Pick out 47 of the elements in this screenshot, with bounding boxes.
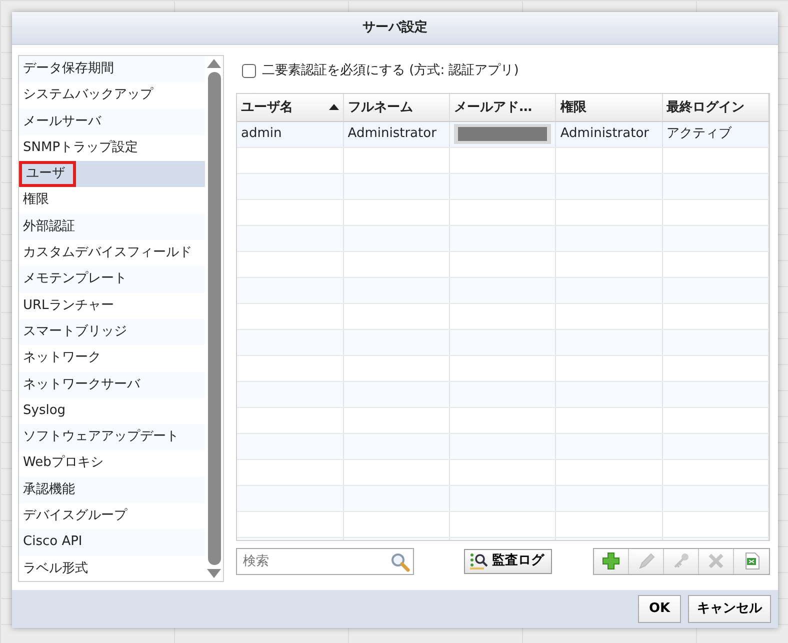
search-icon: [390, 552, 410, 572]
table-cell: admin: [237, 121, 344, 147]
sidebar-item[interactable]: ネットワーク: [19, 345, 205, 372]
sidebar-item[interactable]: 承認機能: [19, 476, 205, 504]
sidebar-item[interactable]: Cisco API: [19, 529, 205, 556]
cancel-button[interactable]: キャンセル: [688, 595, 771, 623]
sidebar-item[interactable]: ユーザ: [19, 161, 205, 188]
scrollbar-thumb[interactable]: [208, 72, 220, 565]
spreadsheet-icon: [742, 552, 760, 570]
sidebar-item[interactable]: スマートブリッジ: [19, 318, 205, 346]
sidebar-item[interactable]: ネットワークサーバ: [19, 372, 205, 398]
search-field[interactable]: 検索: [236, 548, 414, 574]
key-icon: [672, 552, 690, 570]
sidebar-item[interactable]: メモテンプレート: [19, 266, 205, 293]
column-header[interactable]: ユーザ名: [237, 94, 344, 121]
sidebar-item[interactable]: URLランチャー: [19, 292, 205, 319]
sidebar-item[interactable]: システムバックアップ: [19, 82, 205, 109]
sidebar-item[interactable]: デバイスグループ: [19, 503, 205, 530]
sidebar-item[interactable]: ソフトウェアアップデート: [19, 424, 205, 450]
column-header[interactable]: 権限: [556, 94, 662, 121]
sidebar-item[interactable]: 権限: [19, 187, 205, 214]
log-search-icon: [469, 552, 489, 570]
sidebar-item[interactable]: カスタムデバイスフィールド: [19, 240, 205, 266]
checkbox[interactable]: [242, 64, 256, 78]
checkbox-label: 二要素認証を必須にする (方式: 認証アプリ): [262, 62, 519, 80]
sidebar-item[interactable]: メールサーバ: [19, 108, 205, 135]
column-header[interactable]: フルネーム: [343, 94, 450, 121]
sidebar-item[interactable]: Webプロキシ: [19, 450, 205, 477]
plus-icon: [602, 552, 620, 570]
sidebar-item[interactable]: ラベル形式: [19, 556, 205, 582]
column-header[interactable]: 最終ログイン: [662, 94, 768, 121]
plus-button[interactable]: [594, 548, 629, 574]
pencil-icon: [637, 552, 655, 570]
table-cell: アクティブ: [662, 121, 768, 147]
column-header[interactable]: メールアド…: [450, 94, 556, 121]
audit-log-button[interactable]: 監査ログ: [464, 548, 552, 574]
ok-button[interactable]: OK: [638, 595, 681, 623]
scroll-up-icon[interactable]: [207, 58, 221, 68]
table-cell: Administrator: [556, 121, 662, 147]
table-cell: Administrator: [343, 121, 450, 147]
delete-icon: [707, 552, 725, 570]
dialog-title: サーバ設定: [362, 18, 428, 38]
sidebar-item[interactable]: Syslog: [19, 398, 205, 424]
sidebar-item[interactable]: データ保存期間: [19, 56, 205, 82]
sidebar-item[interactable]: SNMPトラップ設定: [19, 134, 205, 162]
scroll-down-icon[interactable]: [207, 569, 221, 579]
sidebar-item[interactable]: 外部認証: [19, 214, 205, 240]
